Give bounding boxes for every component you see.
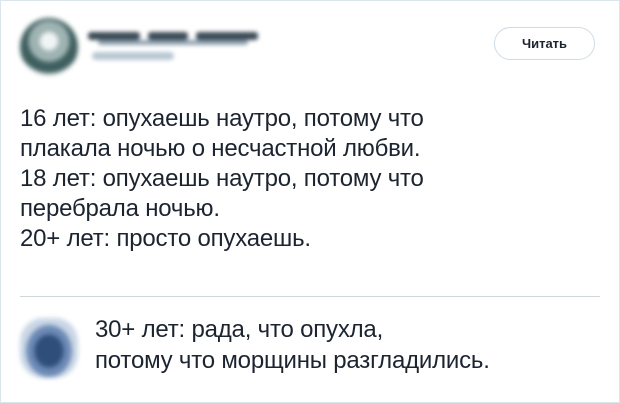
- follow-button[interactable]: Читать: [494, 27, 595, 60]
- reply-line: потому что морщины разгладились.: [95, 347, 490, 374]
- tweet-text: 16 лет: опухаешь наутро, потому что плак…: [20, 104, 600, 254]
- reply-author-avatar[interactable]: [20, 318, 78, 378]
- author-name-blurred[interactable]: [88, 26, 266, 48]
- divider: [20, 296, 600, 297]
- author-handle-blurred[interactable]: [92, 52, 174, 60]
- tweet-line: плакала ночью о несчастной любви.: [20, 135, 421, 162]
- tweet-line: 20+ лет: просто опухаешь.: [20, 225, 311, 252]
- reply-line: 30+ лет: рада, что опухла,: [95, 316, 384, 343]
- author-avatar[interactable]: [20, 18, 78, 76]
- tweet-line: перебрала ночью.: [20, 195, 220, 222]
- tweet-line: 18 лет: опухаешь наутро, потому что: [20, 165, 424, 192]
- reply-text: 30+ лет: рада, что опухла, потому что мо…: [95, 314, 610, 376]
- tweet-line: 16 лет: опухаешь наутро, потому что: [20, 105, 424, 132]
